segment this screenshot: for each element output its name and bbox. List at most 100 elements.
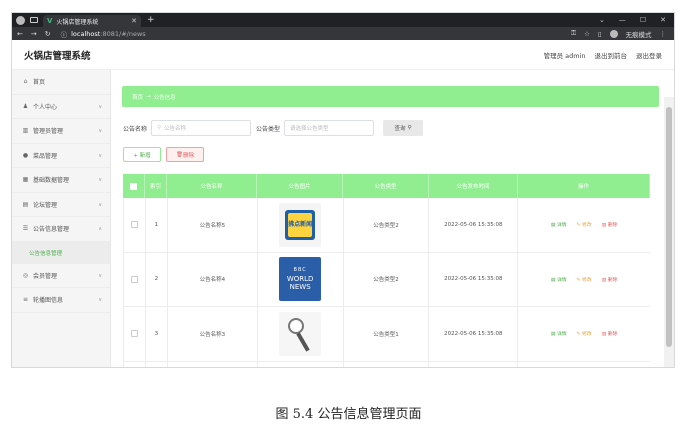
sidebar-item-label: 会员管理 <box>33 272 58 280</box>
sidebar-item-carousel[interactable]: ≡ 轮播图信息 ∨ <box>12 288 110 313</box>
news-tile-icon: 拂点新闻 <box>285 209 316 240</box>
window-close-icon[interactable]: ✕ <box>660 16 666 24</box>
url-field[interactable]: ⓘ localhost :8081/#/news <box>61 29 146 39</box>
scrollbar-thumb[interactable] <box>666 107 672 347</box>
profile-label[interactable]: 无痕模式 <box>626 29 652 39</box>
detail-button[interactable]: ▤ 详情 <box>551 330 567 337</box>
user-label: 管理员 admin <box>543 51 586 60</box>
sidebar-subitem-notices[interactable]: 公告信息管理 <box>12 241 110 264</box>
breadcrumb-home[interactable]: 首页 <box>132 93 143 101</box>
query-button[interactable]: 查询 ⚲ <box>383 120 424 136</box>
edit-label: 修改 <box>582 277 592 283</box>
sidepanel-icon[interactable]: ▯ <box>598 30 602 38</box>
row-type: 公告类型1 <box>344 307 430 361</box>
row-delete-button[interactable]: ▥ 删除 <box>602 276 618 283</box>
row-checkbox[interactable] <box>130 221 138 229</box>
notice-image[interactable] <box>279 367 321 368</box>
detail-label: 详情 <box>556 332 567 338</box>
magnifier-icon <box>288 317 305 334</box>
reload-icon[interactable]: ↻ <box>45 30 51 38</box>
maximize-icon[interactable]: ☐ <box>640 16 646 24</box>
table-header: 索引 公告名称 公告图片 公告类型 公告发布时间 操作 <box>123 174 650 198</box>
minimize-icon[interactable]: — <box>619 16 626 24</box>
sidebar-item-basedata[interactable]: ▦ 基础数据管理 ∨ <box>12 168 110 193</box>
tab-search-icon[interactable]: ⌄ <box>599 16 605 24</box>
chevron-down-icon: ∨ <box>98 177 102 183</box>
tab-close-icon[interactable]: ✕ <box>131 17 137 25</box>
type-label: 公告类型 <box>256 125 281 133</box>
row-delete-button[interactable]: ▥ 删除 <box>602 221 618 228</box>
table-row: 1 公告名称5 拂点新闻 公告类型2 2022-05-06 15:35:08 ▤… <box>123 198 650 253</box>
sidebar-item-profile[interactable]: ♟ 个人中心 ∨ <box>12 95 110 119</box>
sidebar-item-dishes[interactable]: ● 菜品管理 ∨ <box>12 144 110 168</box>
settings-icon: ☰ <box>22 225 29 233</box>
add-button[interactable]: + 新增 <box>123 147 161 162</box>
row-checkbox-cell <box>124 307 146 361</box>
row-ops: ▤ 详情 ✎ 修改 ▥ 删除 <box>518 307 650 361</box>
tab-group-icon[interactable] <box>30 17 38 23</box>
sidebar-item-notices[interactable]: ☰ 公告信息管理 ∧ <box>12 217 110 242</box>
chevron-down-icon: ∨ <box>98 297 102 303</box>
notice-type-placeholder: 请选择公告类型 <box>290 126 329 132</box>
back-to-front-link[interactable]: 退出到前台 <box>595 50 628 60</box>
notice-image[interactable]: BBC WORLD NEWS <box>279 257 322 302</box>
browser-menu-icon[interactable] <box>16 15 25 25</box>
row-checkbox[interactable] <box>130 275 138 283</box>
new-tab-icon[interactable]: + <box>147 15 155 25</box>
row-image-cell: BBC WORLD NEWS <box>258 252 344 306</box>
back-icon[interactable]: ← <box>17 30 23 38</box>
row-ops: ▤ 详情 ✎ 修改 ▥ 删除 <box>518 253 650 307</box>
row-checkbox-cell <box>124 361 146 367</box>
info-icon: ⓘ <box>60 30 68 39</box>
star-icon[interactable]: ☆ <box>584 30 590 38</box>
more-icon[interactable]: ⋮ <box>660 30 667 38</box>
sidebar-item-forum[interactable]: ▤ 论坛管理 ∨ <box>12 193 110 217</box>
action-buttons: + 新增 🗑 删除 <box>123 147 204 162</box>
row-delete-label: 删除 <box>607 332 618 338</box>
row-image-cell <box>258 307 344 361</box>
row-index: 1 <box>146 198 168 252</box>
edit-label: 修改 <box>582 332 592 338</box>
detail-button[interactable]: ▤ 详情 <box>551 221 567 228</box>
page-scrollbar[interactable] <box>664 97 674 367</box>
notice-image[interactable] <box>279 311 322 356</box>
edit-button[interactable]: ✎ 修改 <box>577 276 592 283</box>
row-index: 3 <box>146 307 168 361</box>
notice-name-input[interactable]: ⚲ 公告名称 <box>151 120 252 136</box>
header-cell-index: 索引 <box>145 174 167 198</box>
edit-button[interactable]: ✎ 修改 <box>577 330 592 337</box>
url-host: localhost <box>71 29 101 38</box>
notice-image[interactable]: 拂点新闻 <box>279 202 322 247</box>
profile-avatar-icon[interactable] <box>609 29 618 38</box>
sidebar-item-label: 个人中心 <box>33 103 58 111</box>
member-icon: ◎ <box>22 271 29 279</box>
breadcrumb: 首页 → 公告信息 <box>122 86 659 107</box>
trash-icon: 🗑 <box>176 151 183 158</box>
notice-type-select[interactable]: 请选择公告类型 <box>284 120 375 136</box>
header-cell-name: 公告名称 <box>167 174 257 198</box>
delete-button[interactable]: 🗑 删除 <box>166 147 204 162</box>
browser-tab[interactable]: V 火锅店管理系统 ✕ <box>43 15 141 27</box>
row-delete-button[interactable]: ▥ 删除 <box>602 330 618 337</box>
select-all-checkbox[interactable] <box>130 182 137 190</box>
home-icon: ⌂ <box>23 78 28 86</box>
row-time: 2022-05-06 15:35:08 <box>429 307 519 361</box>
sidebar-item-label: 轮播图信息 <box>33 297 64 305</box>
chevron-down-icon: ∨ <box>98 103 102 110</box>
logout-link[interactable]: 退出登录 <box>636 50 662 60</box>
sidebar-item-admins[interactable]: ▥ 管理员管理 ∨ <box>12 119 110 144</box>
key-icon[interactable]: ⚿ <box>571 29 576 38</box>
row-type: 公告类型2 <box>344 252 430 306</box>
search-icon: ⚲ <box>157 125 162 131</box>
chevron-up-icon: ∧ <box>98 226 102 232</box>
edit-button[interactable]: ✎ 修改 <box>577 221 592 228</box>
row-checkbox-cell <box>124 252 146 306</box>
bbc-logo-text: BBC <box>293 267 307 274</box>
forward-icon[interactable]: → <box>31 30 37 38</box>
detail-button[interactable]: ▤ 详情 <box>551 276 567 283</box>
row-name: 公告名称4 <box>168 252 258 306</box>
row-checkbox[interactable] <box>130 330 138 338</box>
query-label: 查询 <box>394 126 406 132</box>
sidebar-item-home[interactable]: ⌂ 首页 <box>12 70 110 95</box>
sidebar-item-members[interactable]: ◎ 会员管理 ∨ <box>12 264 110 288</box>
